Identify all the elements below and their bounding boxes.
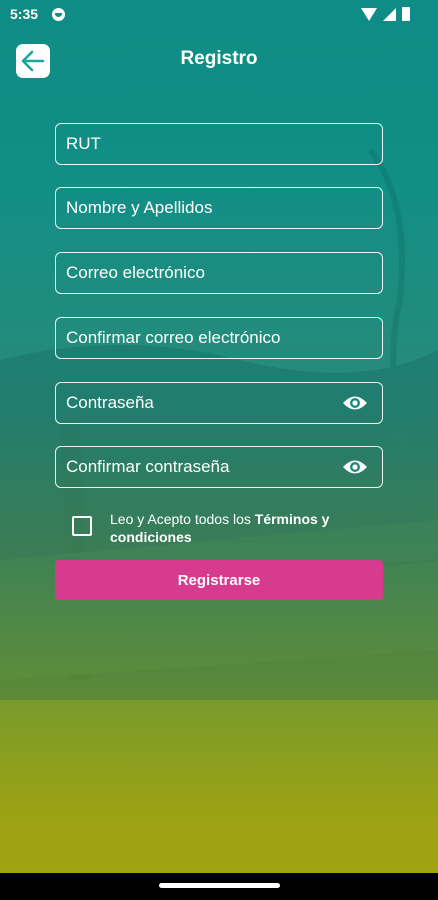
rut-field[interactable] <box>55 123 383 165</box>
name-field[interactable] <box>55 187 383 229</box>
terms-checkbox[interactable] <box>72 516 92 536</box>
name-input[interactable] <box>56 188 382 228</box>
rut-input[interactable] <box>56 124 382 164</box>
eye-icon[interactable] <box>342 458 368 476</box>
battery-icon <box>402 7 410 21</box>
register-button[interactable]: Registrarse <box>55 560 383 600</box>
confirm-password-input[interactable] <box>56 447 342 487</box>
terms-row: Leo y Acepto todos los Términos y condic… <box>72 510 372 546</box>
status-icons <box>361 7 410 21</box>
wifi-icon <box>361 7 377 21</box>
home-gesture-bar[interactable] <box>159 883 280 888</box>
email-field[interactable] <box>55 252 383 294</box>
password-field[interactable] <box>55 382 383 424</box>
status-time: 5:35 <box>10 6 39 22</box>
email-input[interactable] <box>56 253 382 293</box>
signal-icon <box>383 7 396 21</box>
notification-app-icon <box>52 8 65 21</box>
confirm-email-input[interactable] <box>56 318 382 358</box>
password-input[interactable] <box>56 383 342 423</box>
status-bar: 5:35 <box>0 0 438 30</box>
page-title: Registro <box>180 48 258 69</box>
navigation-bar <box>0 873 438 900</box>
eye-icon[interactable] <box>342 394 368 412</box>
confirm-password-field[interactable] <box>55 446 383 488</box>
terms-prefix: Leo y Acepto todos los <box>110 511 255 527</box>
terms-text: Leo y Acepto todos los Términos y condic… <box>110 510 372 546</box>
confirm-email-field[interactable] <box>55 317 383 359</box>
